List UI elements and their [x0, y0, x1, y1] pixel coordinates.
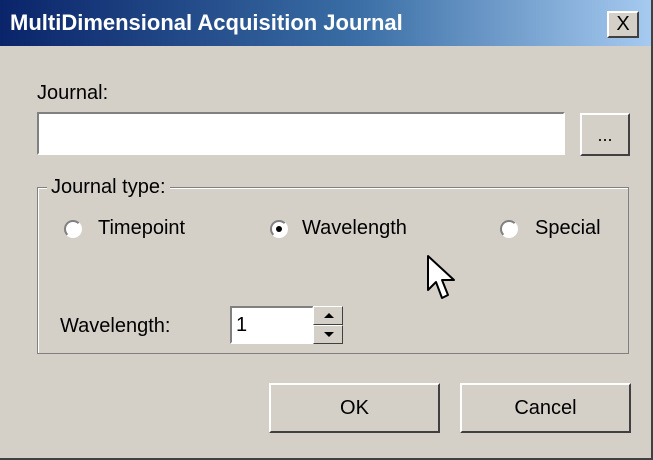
wavelength-spinner[interactable] — [313, 306, 343, 344]
up-arrow-icon — [324, 313, 334, 318]
radio-selected-dot — [276, 226, 282, 232]
journal-type-legend: Journal type: — [47, 176, 170, 199]
radio-circle-timepoint[interactable] — [64, 220, 82, 238]
ok-button[interactable]: OK — [269, 383, 440, 433]
radio-label-special[interactable]: Special — [535, 217, 601, 240]
wavelength-label: Wavelength: — [60, 315, 171, 337]
radio-circle-wavelength[interactable] — [270, 220, 288, 238]
title-bar[interactable]: MultiDimensional Acquisition Journal X — [0, 0, 651, 46]
window-title: MultiDimensional Acquisition Journal — [10, 10, 403, 35]
spin-down-button[interactable] — [313, 325, 343, 344]
radio-label-wavelength[interactable]: Wavelength — [302, 217, 407, 240]
journal-label: Journal: — [37, 82, 109, 104]
radio-circle-special[interactable] — [500, 220, 518, 238]
down-arrow-icon — [324, 332, 334, 337]
journal-dialog: MultiDimensional Acquisition Journal X J… — [0, 0, 653, 460]
cancel-button[interactable]: Cancel — [460, 383, 631, 433]
spin-up-button[interactable] — [313, 306, 343, 325]
journal-path-input[interactable] — [37, 112, 565, 155]
wavelength-input[interactable] — [230, 306, 314, 344]
mouse-pointer-icon — [427, 255, 455, 299]
close-icon: X — [616, 13, 630, 35]
browse-button[interactable]: ... — [580, 113, 630, 156]
close-button[interactable]: X — [607, 11, 639, 38]
radio-label-timepoint[interactable]: Timepoint — [98, 217, 185, 240]
